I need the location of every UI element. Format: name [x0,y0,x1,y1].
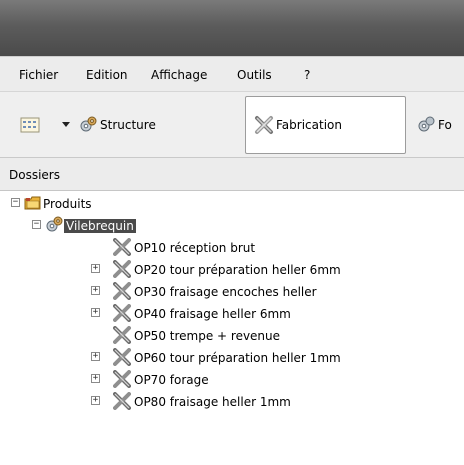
tree-node-label: OP50 trempe + revenue [134,329,281,343]
tree-node-vilebrequin[interactable]: Vilebrequin [64,215,136,237]
gears-icon [80,116,97,132]
menu-outils[interactable]: Outils [237,68,272,82]
truncated-toolbar-label: Fo [438,118,452,132]
tree-node-op30[interactable]: OP30 fraisage encoches heller [134,281,317,303]
gears-icon [418,116,435,132]
view-list-button[interactable] [20,116,40,134]
tools-icon [113,348,131,366]
tree-expander-op20[interactable]: + [91,264,100,273]
tree-expander-op70[interactable]: + [91,374,100,383]
view-dropdown-button[interactable] [62,118,72,132]
tree-node-label: OP10 réception brut [134,241,256,255]
tree-node-label: OP40 fraisage heller 6mm [134,307,291,321]
tools-icon [113,304,131,322]
tree-node-label: OP20 tour préparation heller 6mm [134,263,341,277]
tree-expander-op30[interactable]: + [91,286,100,295]
menu-help[interactable]: ? [304,68,310,82]
fabrication-label: Fabrication [276,118,342,132]
gears-icon [46,216,63,232]
tree-node-op20[interactable]: OP20 tour préparation heller 6mm [134,259,341,281]
chevron-down-icon [62,122,70,127]
menu-edition[interactable]: Edition [86,68,128,82]
view-list-icon [20,117,40,133]
tools-icon [113,260,131,278]
panel-title: Dossiers [9,168,60,182]
tree-expander-op40[interactable]: + [91,308,100,317]
structure-label: Structure [100,118,156,132]
toolbar: Structure Fabrication Fo [0,92,464,158]
tree-node-op10[interactable]: OP10 réception brut [134,237,255,259]
tree-expander-op60[interactable]: + [91,352,100,361]
tools-icon [113,238,131,256]
menu-bar: Fichier Edition Affichage Outils ? [0,56,464,92]
tree-node-label: Produits [43,197,92,211]
tree-node-op50[interactable]: OP50 trempe + revenue [134,325,280,347]
tree-node-label: OP80 fraisage heller 1mm [134,395,291,409]
window-titlebar [0,0,464,56]
folder-tree: − Produits − Vilebrequin OP10 réception … [0,191,464,465]
menu-fichier[interactable]: Fichier [19,68,58,82]
menu-affichage[interactable]: Affichage [151,68,207,82]
tree-expander-produits[interactable]: − [11,198,20,207]
tree-node-label: OP30 fraisage encoches heller [134,285,317,299]
tree-node-op70[interactable]: OP70 forage [134,369,209,391]
folders-panel-header: Dossiers [0,158,464,191]
tools-icon [113,392,131,410]
tree-node-label: OP70 forage [134,373,209,387]
tools-icon [113,282,131,300]
truncated-toolbar-button[interactable]: Fo [416,113,452,137]
tree-expander-vilebrequin[interactable]: − [32,220,41,229]
folder-icon [24,196,41,210]
tree-node-op60[interactable]: OP60 tour préparation heller 1mm [134,347,341,369]
tree-node-produits[interactable]: Produits [43,193,92,215]
tree-expander-op80[interactable]: + [91,396,100,405]
tools-icon [113,370,131,388]
tools-icon [113,326,131,344]
tree-node-label: OP60 tour préparation heller 1mm [134,351,341,365]
tree-node-op40[interactable]: OP40 fraisage heller 6mm [134,303,291,325]
tree-node-label-selected: Vilebrequin [64,219,136,233]
structure-button[interactable]: Structure [78,113,156,137]
tools-icon [255,116,273,134]
tree-node-op80[interactable]: OP80 fraisage heller 1mm [134,391,291,413]
fabrication-button[interactable]: Fabrication [245,96,406,154]
